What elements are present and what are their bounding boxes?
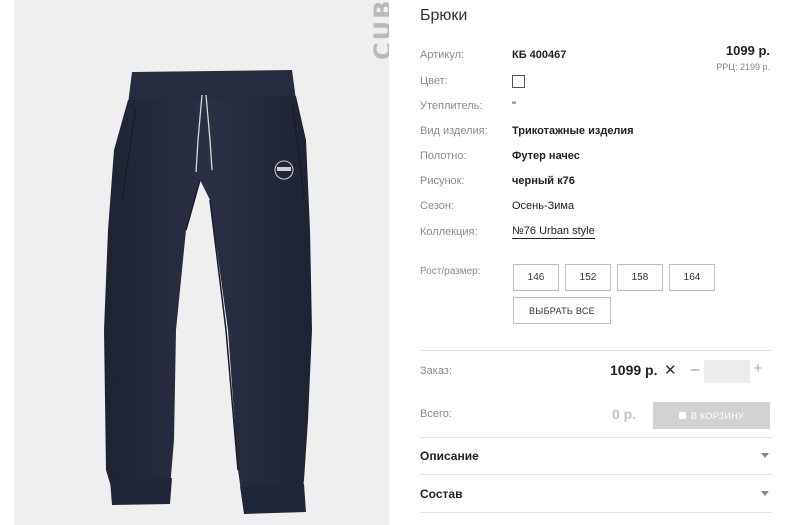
quantity-input[interactable] [704,360,750,383]
spec-label: Цвет: [420,75,448,87]
spec-pattern: Рисунок: черный к76 [420,173,575,189]
size-option-164[interactable]: 164 [669,264,715,291]
spec-insulation: Утеплитель: " [420,98,516,114]
chevron-down-icon[interactable] [761,491,769,496]
product-rrc-price: РРЦ: 2199 р. [716,62,770,72]
accordion-composition-title[interactable]: Состав [420,487,462,501]
total-label: Всего: [420,408,452,420]
spec-label: Полотно: [420,150,467,162]
cart-icon [678,412,686,419]
chevron-down-icon[interactable] [761,453,769,458]
order-price: 1099 р. [610,362,658,378]
spec-value: " [512,100,516,112]
spec-label: Артикул: [420,49,465,61]
product-title: Брюки [420,7,468,24]
spec-value: Осень-Зима [512,200,575,212]
size-label: Рост/размер: [420,266,481,277]
divider [420,512,772,513]
brand-logo: CUBBY [369,0,389,60]
divider [420,350,772,351]
divider [420,474,772,475]
spec-label: Сезон: [420,200,454,212]
spec-label: Вид изделия: [420,125,488,137]
spec-collection: Коллекция: №76 Urban style [420,224,595,240]
product-photo[interactable]: CUBBY [14,0,389,525]
spec-label: Коллекция: [420,226,478,238]
spec-value: КБ 400467 [512,49,567,61]
product-info: Брюки 1099 р. РРЦ: 2199 р. Артикул: КБ 4… [420,0,772,525]
product-price: 1099 р. [725,43,770,58]
pants-image [104,70,312,514]
quantity-increase-button[interactable]: + [751,360,765,377]
size-option-146[interactable]: 146 [513,264,559,291]
spec-fabric: Полотно: Футер начес [420,148,580,164]
spec-value: Футер начес [512,150,580,162]
accordion-description-title[interactable]: Описание [420,449,479,463]
color-swatch[interactable] [512,74,525,88]
add-to-cart-label: В КОРЗИНУ [690,410,745,421]
quantity-decrease-button[interactable]: – [688,361,702,378]
spec-value: Трикотажные изделия [512,125,634,137]
spec-label: Утеплитель: [420,100,483,112]
collection-link[interactable]: №76 Urban style [512,225,595,239]
spec-color: Цвет: [420,73,525,89]
times-icon: ✕ [664,362,677,379]
add-to-cart-button[interactable]: В КОРЗИНУ [653,402,770,429]
divider [420,437,772,438]
spec-season: Сезон: Осень-Зима [420,198,574,214]
spec-value: черный к76 [512,175,575,187]
size-option-158[interactable]: 158 [617,264,663,291]
spec-kind: Вид изделия: Трикотажные изделия [420,123,634,139]
order-label: Заказ: [420,365,452,377]
spec-article: Артикул: КБ 400467 [420,47,566,63]
spec-label: Рисунок: [420,175,465,187]
total-value: 0 р. [612,406,637,422]
select-all-sizes-button[interactable]: ВЫБРАТЬ ВСЕ [513,297,611,324]
size-option-152[interactable]: 152 [565,264,611,291]
